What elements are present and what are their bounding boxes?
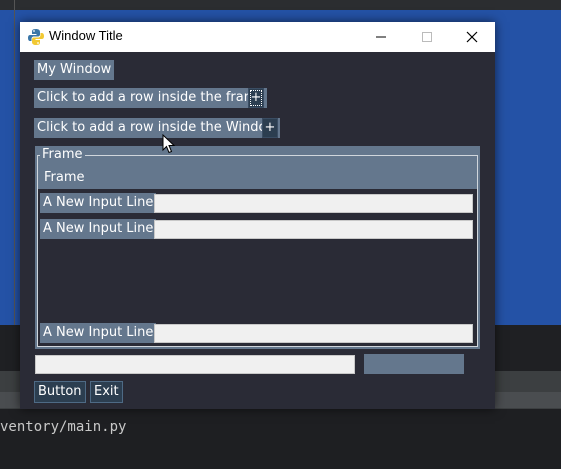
window-heading: My Window [34,60,115,80]
window-title: Window Title [49,28,123,43]
frame-legend: Frame [40,147,85,162]
gray-placeholder-element [364,354,464,374]
minimize-icon [376,36,386,38]
add-window-row-button[interactable]: + [262,118,278,138]
editor-path-text: ventory/main.py [0,419,127,435]
add-window-row-label: Click to add a row inside the Window [34,118,281,138]
frame-row-label: A New Input Line [40,323,157,343]
frame-row-input[interactable] [154,194,473,213]
close-button[interactable] [449,22,495,52]
frame-header: Frame [44,170,85,185]
ide-editor [0,409,561,469]
frame-row-label: A New Input Line [40,193,157,213]
minimize-button[interactable] [358,22,404,52]
title-bar[interactable]: Window Title [20,22,495,52]
add-frame-row-button[interactable]: + [248,88,264,108]
bottom-input[interactable] [35,355,355,374]
frame-row-label: A New Input Line [40,219,157,239]
mouse-cursor-icon [162,134,176,154]
ide-divider [14,0,15,370]
ide-top-bar [0,0,561,10]
frame-row-input[interactable] [154,324,473,343]
frame-row-input[interactable] [154,220,473,239]
add-frame-row-label: Click to add a row inside the frame [34,88,268,108]
python-icon [28,29,44,45]
maximize-icon [422,32,432,42]
maximize-button[interactable] [404,22,450,52]
close-icon [466,31,478,43]
exit-button[interactable]: Exit [90,381,123,403]
app-window: Window Title My Window Click to add a ro… [20,22,495,409]
button-button[interactable]: Button [34,381,86,403]
